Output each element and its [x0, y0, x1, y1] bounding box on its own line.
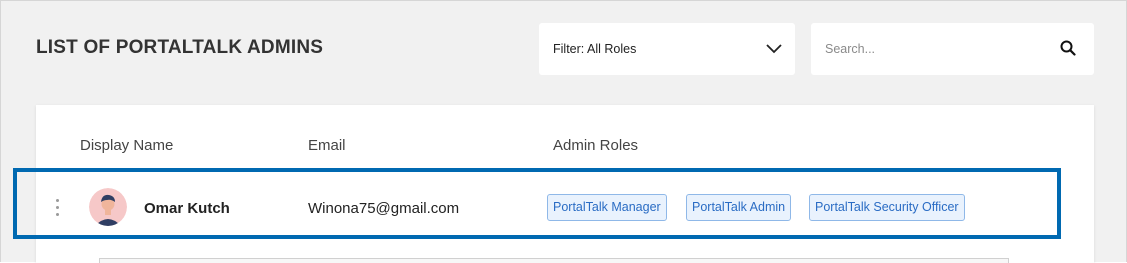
- horizontal-scrollbar[interactable]: [99, 258, 1009, 263]
- role-chip-portaltalk-security-officer[interactable]: PortalTalk Security Officer: [809, 194, 965, 221]
- avatar: [89, 188, 127, 226]
- search-input[interactable]: [825, 37, 1045, 61]
- role-filter-select[interactable]: Filter: All Roles: [539, 23, 795, 75]
- page-frame: LIST OF PORTALTALK ADMINS Filter: All Ro…: [0, 0, 1127, 263]
- role-chip-portaltalk-admin[interactable]: PortalTalk Admin: [686, 194, 792, 221]
- row-actions-kebab-icon[interactable]: [54, 198, 62, 218]
- chevron-down-icon: [765, 41, 783, 60]
- column-header-display-name[interactable]: Display Name: [80, 137, 173, 154]
- row-email: Winona75@gmail.com: [308, 200, 460, 217]
- column-header-email[interactable]: Email: [308, 137, 346, 154]
- search-icon[interactable]: [1060, 40, 1076, 61]
- role-filter-label: Filter: All Roles: [553, 42, 637, 56]
- role-chip-portaltalk-manager[interactable]: PortalTalk Manager: [547, 194, 667, 221]
- column-header-admin-roles[interactable]: Admin Roles: [553, 137, 638, 154]
- search-box[interactable]: [811, 23, 1094, 75]
- row-display-name: Omar Kutch: [144, 200, 230, 217]
- page-title: LIST OF PORTALTALK ADMINS: [36, 37, 324, 58]
